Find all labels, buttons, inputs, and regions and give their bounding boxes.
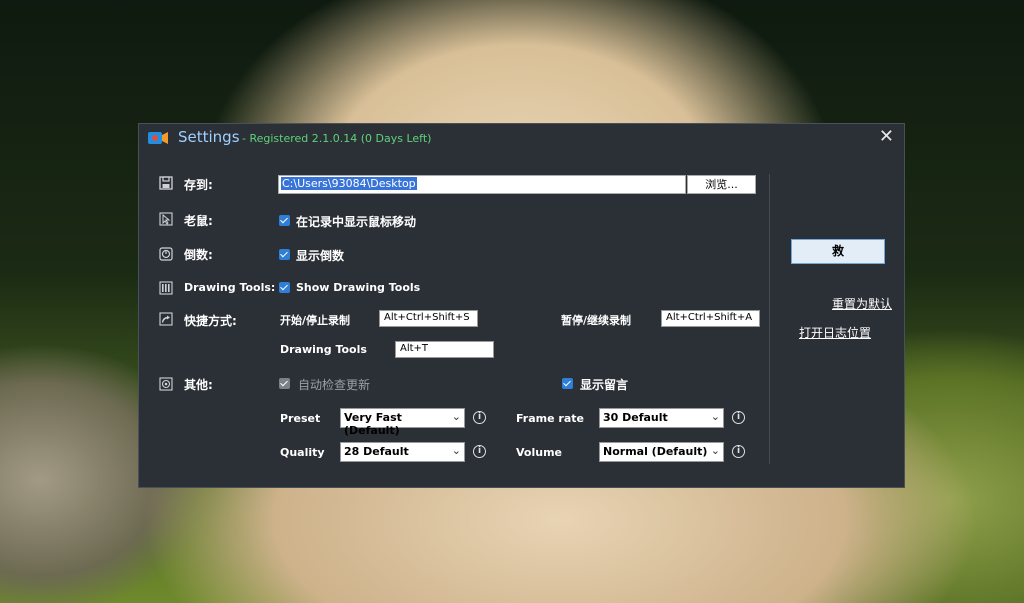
chevron-down-icon: ⌄ bbox=[710, 410, 720, 423]
open-log-location-link[interactable]: 打开日志位置 bbox=[799, 324, 871, 341]
registration-status: - Registered 2.1.0.14 (0 Days Left) bbox=[242, 132, 432, 145]
shortcut-arrow-icon bbox=[159, 312, 173, 326]
quality-select[interactable]: 28 Default ⌄ bbox=[340, 442, 465, 462]
volume-label: Volume bbox=[516, 446, 562, 459]
drawing-tools-icon bbox=[159, 281, 173, 295]
countdown-label: 倒数: bbox=[184, 248, 213, 262]
hotkeys-label: 快捷方式: bbox=[184, 314, 237, 328]
title-bar[interactable]: Settings - Registered 2.1.0.14 (0 Days L… bbox=[139, 124, 904, 152]
show-comments-checkbox-label[interactable]: 显示留言 bbox=[580, 376, 628, 393]
quality-value: 28 Default bbox=[344, 445, 409, 458]
framerate-label: Frame rate bbox=[516, 412, 584, 425]
info-icon[interactable]: i bbox=[732, 445, 745, 458]
save-path-value: C:\Users\93084\Desktop bbox=[281, 177, 417, 190]
save-to-label: 存到: bbox=[184, 178, 213, 192]
mouse-label: 老鼠: bbox=[184, 214, 213, 228]
window-title: Settings bbox=[178, 128, 240, 146]
reset-defaults-link[interactable]: 重置为默认 bbox=[832, 295, 892, 312]
save-button[interactable]: 救 bbox=[791, 239, 885, 264]
show-drawing-tools-checkbox[interactable] bbox=[279, 282, 290, 293]
show-drawing-tools-checkbox-label[interactable]: Show Drawing Tools bbox=[296, 281, 420, 294]
settings-dialog: Settings - Registered 2.1.0.14 (0 Days L… bbox=[138, 123, 905, 488]
other-label: 其他: bbox=[184, 378, 213, 392]
show-mouse-checkbox[interactable] bbox=[279, 215, 290, 226]
show-comments-checkbox[interactable] bbox=[562, 378, 573, 389]
cursor-icon bbox=[159, 212, 173, 226]
settings-target-icon bbox=[159, 377, 173, 391]
vertical-divider bbox=[769, 174, 770, 464]
browse-button[interactable]: 浏览... bbox=[687, 175, 756, 194]
volume-select[interactable]: Normal (Default) ⌄ bbox=[599, 442, 724, 462]
preset-value: Very Fast (Default) bbox=[344, 411, 402, 437]
show-mouse-checkbox-label[interactable]: 在记录中显示鼠标移动 bbox=[296, 213, 416, 230]
pause-resume-label: 暂停/继续录制 bbox=[561, 314, 632, 327]
preset-select[interactable]: Very Fast (Default) ⌄ bbox=[340, 408, 465, 437]
framerate-value: 30 Default bbox=[603, 411, 668, 424]
drawing-tools-hotkey-label: Drawing Tools bbox=[280, 343, 367, 356]
countdown-icon bbox=[159, 247, 173, 261]
show-countdown-checkbox-label[interactable]: 显示倒数 bbox=[296, 247, 344, 264]
start-stop-label: 开始/停止录制 bbox=[280, 314, 351, 327]
auto-update-checkbox[interactable] bbox=[279, 378, 290, 389]
floppy-disk-icon bbox=[159, 176, 173, 190]
auto-update-checkbox-label[interactable]: 自动检查更新 bbox=[298, 376, 370, 393]
show-countdown-checkbox[interactable] bbox=[279, 249, 290, 260]
info-icon[interactable]: i bbox=[473, 411, 486, 424]
framerate-select[interactable]: 30 Default ⌄ bbox=[599, 408, 724, 428]
quality-label: Quality bbox=[280, 446, 325, 459]
chevron-down-icon: ⌄ bbox=[451, 410, 461, 423]
save-path-input[interactable]: C:\Users\93084\Desktop bbox=[278, 175, 686, 194]
drawing-tools-label: Drawing Tools: bbox=[184, 281, 276, 294]
recorder-app-icon bbox=[148, 132, 168, 144]
drawing-tools-hotkey-input[interactable]: Alt+T bbox=[395, 341, 494, 358]
info-icon[interactable]: i bbox=[732, 411, 745, 424]
pause-resume-hotkey-input[interactable]: Alt+Ctrl+Shift+A bbox=[661, 310, 760, 327]
chevron-down-icon: ⌄ bbox=[451, 444, 461, 457]
info-icon[interactable]: i bbox=[473, 445, 486, 458]
start-stop-hotkey-input[interactable]: Alt+Ctrl+Shift+S bbox=[379, 310, 478, 327]
preset-label: Preset bbox=[280, 412, 321, 425]
chevron-down-icon: ⌄ bbox=[710, 444, 720, 457]
volume-value: Normal (Default) bbox=[603, 445, 708, 458]
close-icon[interactable]: ✕ bbox=[879, 126, 894, 147]
